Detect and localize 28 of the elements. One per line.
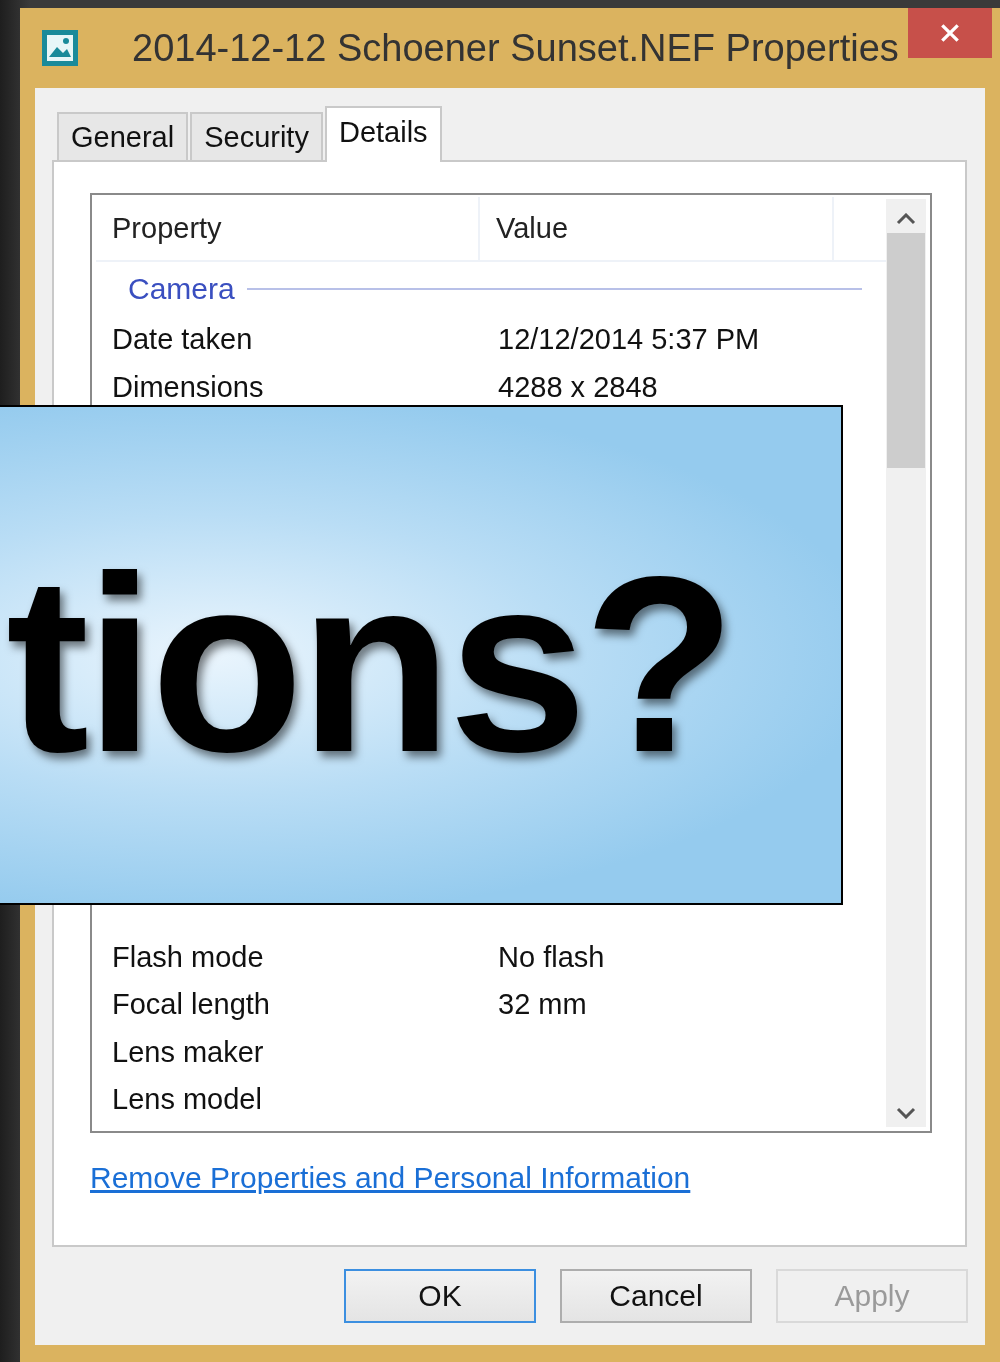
property-name: Focal length bbox=[112, 988, 271, 1022]
window-title: 2014-12-12 Schoener Sunset.NEF Properties bbox=[132, 26, 899, 70]
column-header[interactable]: Value bbox=[480, 197, 834, 260]
column-header[interactable]: Property bbox=[96, 197, 480, 260]
property-name: Date taken bbox=[112, 323, 254, 357]
dialog-button[interactable]: OK bbox=[344, 1269, 536, 1323]
scroll-thumb[interactable] bbox=[887, 233, 925, 468]
close-button[interactable] bbox=[908, 8, 992, 58]
remove-properties-link[interactable]: Remove Properties and Personal Information bbox=[90, 1161, 691, 1195]
close-icon bbox=[939, 22, 961, 44]
tab[interactable]: Security bbox=[190, 112, 323, 160]
property-value: 12/12/2014 5:37 PM bbox=[498, 323, 760, 357]
group-heading: Camera bbox=[128, 272, 235, 306]
picture-icon bbox=[40, 28, 80, 68]
property-value: 32 mm bbox=[498, 988, 587, 1022]
property-name: Lens model bbox=[112, 1083, 263, 1117]
dialog-button[interactable]: Cancel bbox=[560, 1269, 752, 1323]
tab[interactable]: General bbox=[57, 112, 189, 160]
scroll-down-icon[interactable] bbox=[896, 1107, 916, 1119]
property-value: 4288 x 2848 bbox=[498, 370, 658, 404]
property-name: Flash mode bbox=[112, 940, 265, 974]
property-value: No flash bbox=[498, 940, 605, 974]
property-name: Dimensions bbox=[112, 370, 265, 404]
property-name: Lens maker bbox=[112, 1035, 265, 1069]
scroll-up-icon[interactable] bbox=[896, 213, 916, 225]
banner-text: tions? bbox=[6, 540, 732, 790]
scrollbar[interactable] bbox=[886, 199, 926, 1127]
tab[interactable]: Details bbox=[324, 106, 442, 162]
